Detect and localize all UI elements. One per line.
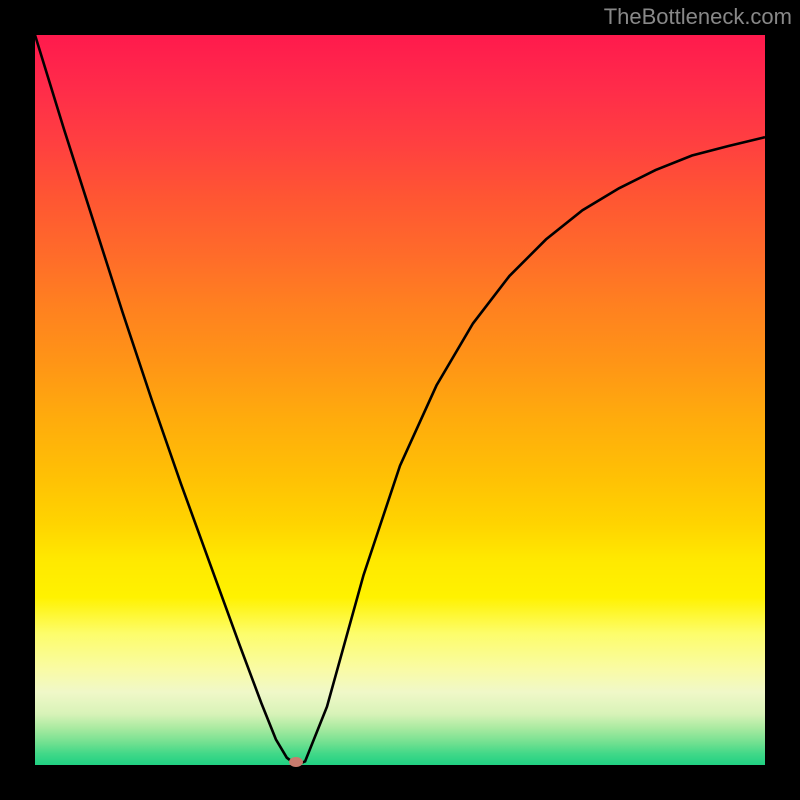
curve-line (35, 35, 765, 765)
curve-svg (35, 35, 765, 765)
watermark-text: TheBottleneck.com (604, 4, 792, 30)
chart-plot-area (35, 35, 765, 765)
minimum-marker (289, 757, 303, 767)
